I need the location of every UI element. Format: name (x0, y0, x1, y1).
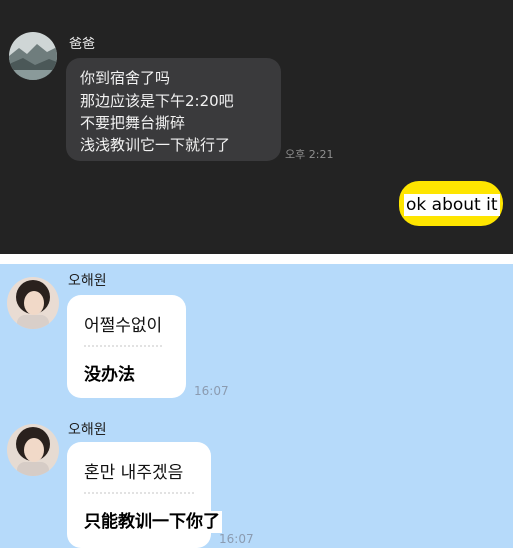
message-time: 16:07 (219, 532, 254, 546)
oh-haewon-avatar[interactable] (7, 277, 59, 329)
panel-divider (0, 254, 513, 264)
oh-haewon-avatar[interactable] (7, 424, 59, 476)
message-subtitle: 没办法 (82, 364, 137, 386)
message-time: 16:07 (194, 384, 229, 398)
message-divider (84, 345, 162, 347)
dad-message-line-3: 不要把舞台撕碎 (80, 114, 186, 132)
dad-message-line-1: 你到宿舍了吗 (80, 69, 171, 87)
sender-name: 오해원 (68, 422, 107, 438)
message-text: 어쩔수없이 (84, 316, 163, 336)
dad-sender-name: 爸爸 (69, 37, 96, 52)
dad-message-line-4: 浅浅教训它一下就行了 (80, 136, 231, 154)
dad-message-time: 오후 2:21 (285, 148, 334, 161)
my-reply-text: ok about it (404, 194, 500, 216)
dad-avatar[interactable] (9, 32, 57, 80)
message-text: 혼만 내주겠음 (84, 463, 184, 483)
sender-name: 오해원 (68, 273, 107, 289)
message-divider (84, 492, 194, 494)
dad-message-line-2: 那边应该是下午2:20吧 (80, 92, 234, 110)
message-subtitle: 只能教训一下你了 (82, 511, 222, 533)
